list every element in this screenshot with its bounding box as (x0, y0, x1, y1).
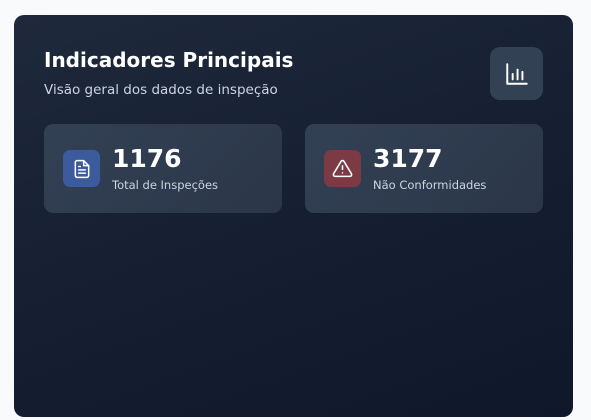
chart-view-button[interactable] (490, 47, 543, 100)
document-icon (63, 150, 100, 187)
bar-chart-icon (504, 61, 530, 87)
metric-card-total-inspections: 1176 Total de Inspeções (44, 124, 282, 213)
metric-label: Total de Inspeções (112, 178, 219, 192)
indicators-panel: Indicadores Principais Visão geral dos d… (14, 15, 573, 417)
metric-card-non-conformities: 3177 Não Conformidades (305, 124, 543, 213)
metric-value: 1176 (112, 144, 182, 173)
panel-subtitle: Visão geral dos dados de inspeção (44, 82, 278, 98)
warning-triangle-icon (324, 150, 361, 187)
metric-value: 3177 (373, 144, 443, 173)
metric-label: Não Conformidades (373, 178, 487, 192)
panel-title: Indicadores Principais (44, 48, 294, 72)
